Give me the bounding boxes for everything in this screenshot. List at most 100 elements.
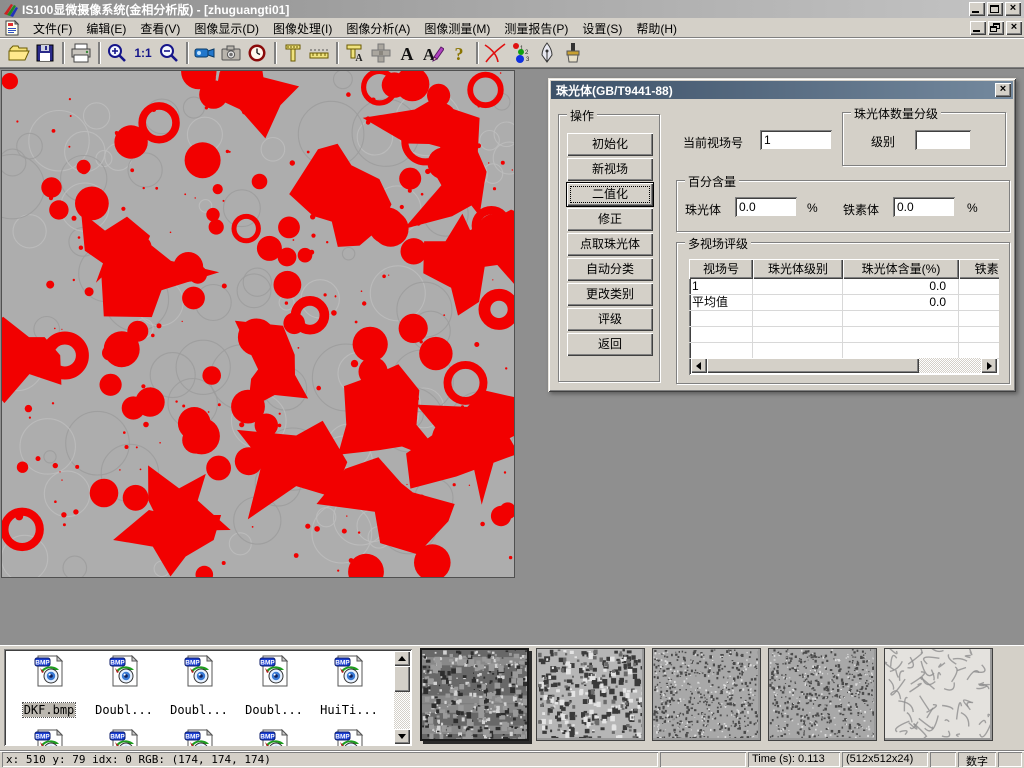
- menu-item-3[interactable]: 图像显示(D): [187, 18, 266, 39]
- table-cell: [753, 327, 843, 343]
- floppy-icon: [36, 44, 54, 62]
- gallery-thumbnail-1[interactable]: [536, 648, 645, 741]
- text-label-button[interactable]: A: [394, 41, 420, 65]
- grade-input[interactable]: [915, 130, 971, 150]
- clock-icon: [247, 43, 267, 63]
- toolbar-separator: [98, 42, 100, 64]
- rating-table[interactable]: 视场号珠光体级别珠光体含量(%)铁素体含量(%) 10.0平均值0.0: [689, 259, 999, 375]
- op-button-1[interactable]: 新视场: [567, 158, 653, 181]
- op-button-4[interactable]: 点取珠光体: [567, 233, 653, 256]
- table-row-2[interactable]: [689, 311, 999, 327]
- pearlite-value-input[interactable]: 0.0: [735, 197, 797, 217]
- op-button-0[interactable]: 初始化: [567, 133, 653, 156]
- file-item-4[interactable]: BMPHuiTi...: [316, 655, 382, 717]
- file-list[interactable]: BMPDKF.bmpBMPDoubl...BMPDoubl...BMPDoubl…: [4, 649, 412, 746]
- micrograph-image[interactable]: [1, 70, 515, 578]
- menu-item-6[interactable]: 图像测量(M): [417, 18, 497, 39]
- window-title: IS100显微摄像系统(金相分析版) - [zhuguangti01]: [22, 1, 969, 18]
- menu-item-1[interactable]: 编辑(E): [79, 18, 133, 39]
- text-edit-button[interactable]: A: [420, 41, 446, 65]
- minimize-button[interactable]: [969, 2, 985, 16]
- ruler-horizontal-button[interactable]: [306, 41, 332, 65]
- time-status: Time (s): 0.113: [748, 752, 840, 767]
- zoom-in-button[interactable]: [104, 41, 130, 65]
- dialog-close-button[interactable]: ×: [995, 83, 1011, 97]
- mdi-minimize-button[interactable]: [970, 21, 986, 35]
- menu-item-5[interactable]: 图像分析(A): [339, 18, 417, 39]
- photo-camera-icon: [220, 44, 242, 62]
- mdi-close-button[interactable]: ×: [1006, 21, 1022, 35]
- op-button-5[interactable]: 自动分类: [567, 258, 653, 281]
- gallery-thumbnail-0[interactable]: [420, 648, 529, 741]
- menu-item-8[interactable]: 设置(S): [575, 18, 629, 39]
- file-item-0[interactable]: BMPDKF.bmp: [16, 655, 82, 717]
- close-button[interactable]: ×: [1005, 2, 1021, 16]
- open-file-button[interactable]: [6, 41, 32, 65]
- help-button[interactable]: ?: [446, 41, 472, 65]
- photo-camera-button[interactable]: [218, 41, 244, 65]
- menu-item-7[interactable]: 测量报告(P): [497, 18, 575, 39]
- op-button-2[interactable]: 二值化: [567, 183, 653, 206]
- scroll-right-arrow[interactable]: [981, 358, 997, 373]
- scrollbar-thumb[interactable]: [394, 666, 410, 692]
- menu-item-9[interactable]: 帮助(H): [629, 18, 684, 39]
- file-item-row2-0[interactable]: BMP: [16, 729, 82, 746]
- dialog-title-bar[interactable]: 珠光体(GB/T9441-88) ×: [551, 81, 1013, 99]
- table-column-header-2[interactable]: 珠光体含量(%): [843, 259, 959, 279]
- menu-items: 文件(F)编辑(E)查看(V)图像显示(D)图像处理(I)图像分析(A)图像测量…: [26, 18, 684, 39]
- op-button-6[interactable]: 更改类别: [567, 283, 653, 306]
- scroll-up-arrow[interactable]: [394, 651, 410, 666]
- file-item-2[interactable]: BMPDoubl...: [166, 655, 232, 717]
- table-column-header-0[interactable]: 视场号: [689, 259, 753, 279]
- maximize-button[interactable]: [987, 2, 1003, 16]
- video-camera-button[interactable]: [192, 41, 218, 65]
- scroll-left-arrow[interactable]: [691, 358, 707, 373]
- file-item-1[interactable]: BMPDoubl...: [91, 655, 157, 717]
- gallery-thumbnail-3[interactable]: [768, 648, 877, 741]
- brush-tool-button[interactable]: [560, 41, 586, 65]
- table-cell: 1: [689, 279, 753, 295]
- caliper-text-button[interactable]: A: [342, 41, 368, 65]
- table-row-4[interactable]: [689, 343, 999, 359]
- gallery-thumbnail-2[interactable]: [652, 648, 761, 741]
- gallery-thumbnail-4[interactable]: [884, 648, 993, 741]
- curve-tool-button[interactable]: [482, 41, 508, 65]
- table-column-header-1[interactable]: 珠光体级别: [753, 259, 843, 279]
- zoom-out-button[interactable]: [156, 41, 182, 65]
- pen-tool-button[interactable]: [534, 41, 560, 65]
- table-row-0[interactable]: 10.0: [689, 279, 999, 295]
- toolbar-separator: [274, 42, 276, 64]
- file-list-scrollbar[interactable]: [394, 651, 410, 744]
- current-field-input[interactable]: 1: [760, 130, 832, 150]
- file-item-3[interactable]: BMPDoubl...: [241, 655, 307, 717]
- actual-size-button[interactable]: 1:1: [130, 41, 156, 65]
- table-cell: [959, 343, 999, 359]
- scroll-down-arrow[interactable]: [394, 729, 410, 744]
- merge-grid-button[interactable]: [368, 41, 394, 65]
- table-cell: [689, 311, 753, 327]
- op-button-7[interactable]: 评级: [567, 308, 653, 331]
- caliper-vertical-button[interactable]: [280, 41, 306, 65]
- grade-group: 珠光体数量分级 级别: [842, 112, 1006, 166]
- scrollbar-thumb[interactable]: [707, 358, 919, 373]
- menu-item-0[interactable]: 文件(F): [26, 18, 79, 39]
- op-button-3[interactable]: 修正: [567, 208, 653, 231]
- file-item-row2-4[interactable]: BMP: [316, 729, 382, 746]
- mdi-restore-button[interactable]: [988, 21, 1004, 35]
- table-cell: [959, 327, 999, 343]
- table-horizontal-scrollbar[interactable]: [691, 358, 997, 373]
- table-row-3[interactable]: [689, 327, 999, 343]
- print-button[interactable]: [68, 41, 94, 65]
- save-button[interactable]: [32, 41, 58, 65]
- ferrite-value-input[interactable]: 0.0: [893, 197, 955, 217]
- file-item-row2-3[interactable]: BMP: [241, 729, 307, 746]
- op-button-8[interactable]: 返回: [567, 333, 653, 356]
- clock-button[interactable]: [244, 41, 270, 65]
- table-column-header-3[interactable]: 铁素体含量(%): [959, 259, 999, 279]
- table-row-1[interactable]: 平均值0.0: [689, 295, 999, 311]
- file-item-row2-2[interactable]: BMP: [166, 729, 232, 746]
- file-item-row2-1[interactable]: BMP: [91, 729, 157, 746]
- menu-item-4[interactable]: 图像处理(I): [266, 18, 339, 39]
- menu-item-2[interactable]: 查看(V): [133, 18, 187, 39]
- classify-points-button[interactable]: 1 2 3: [508, 41, 534, 65]
